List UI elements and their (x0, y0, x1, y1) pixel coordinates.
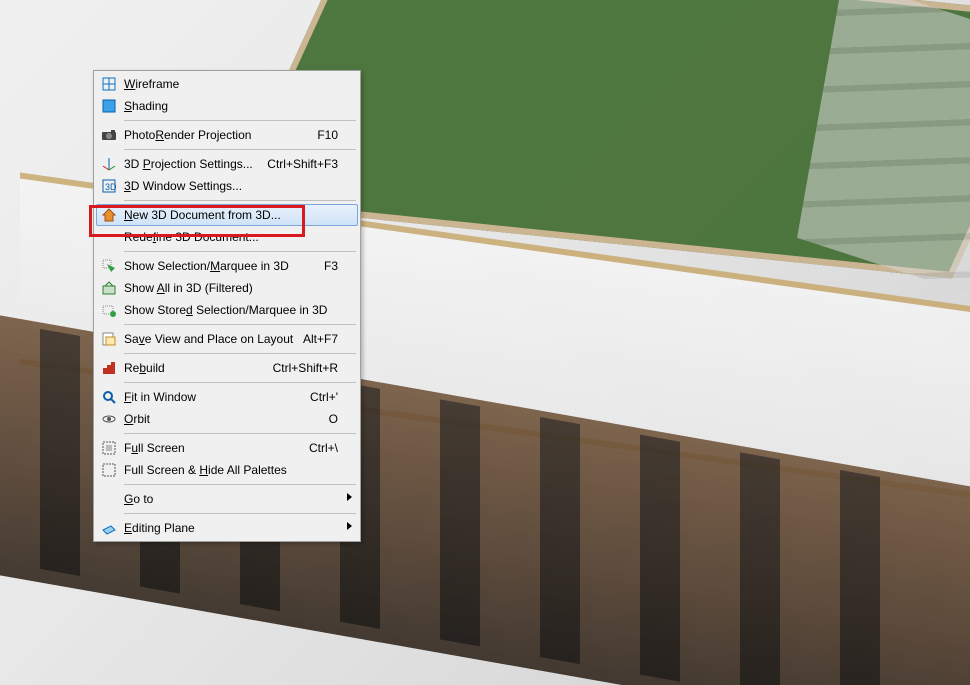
menu-label: Shading (124, 99, 168, 113)
menu-shortcut: Ctrl+\ (309, 437, 338, 459)
menu-item-projection-settings[interactable]: 3D Projection Settings... Ctrl+Shift+F3 (96, 153, 358, 175)
menu-item-new-3d-document[interactable]: New 3D Document from 3D... (96, 204, 358, 226)
menu-separator (124, 353, 356, 354)
menu-item-full-screen[interactable]: Full Screen Ctrl+\ (96, 437, 358, 459)
menu-label: 3D Window Settings... (124, 179, 242, 193)
fullscreen-icon (101, 440, 117, 456)
menu-label: Fit in Window (124, 390, 196, 404)
menu-item-rebuild[interactable]: Rebuild Ctrl+Shift+R (96, 357, 358, 379)
menu-item-show-selection[interactable]: Show Selection/Marquee in 3D F3 (96, 255, 358, 277)
menu-shortcut: Alt+F7 (303, 328, 338, 350)
menu-item-editing-plane[interactable]: Editing Plane (96, 517, 358, 539)
save-view-icon (101, 331, 117, 347)
menu-separator (124, 200, 356, 201)
menu-separator (124, 382, 356, 383)
camera-icon (101, 127, 117, 143)
menu-item-photorender[interactable]: PhotoRender Projection F10 (96, 124, 358, 146)
menu-item-save-view[interactable]: Save View and Place on Layout Alt+F7 (96, 328, 358, 350)
shading-icon (101, 98, 117, 114)
menu-shortcut: F10 (317, 124, 338, 146)
menu-separator (124, 484, 356, 485)
menu-label: New 3D Document from 3D... (124, 208, 281, 222)
menu-shortcut: Ctrl+Shift+R (273, 357, 338, 379)
menu-separator (124, 513, 356, 514)
menu-label: Full Screen (124, 441, 185, 455)
menu-item-shading[interactable]: Shading (96, 95, 358, 117)
menu-item-wireframe[interactable]: Wireframe (96, 73, 358, 95)
wireframe-icon (101, 76, 117, 92)
menu-label: Redefine 3D Document... (124, 230, 259, 244)
fit-icon (101, 389, 117, 405)
fullscreen-hide-icon (101, 462, 117, 478)
menu-label: Show All in 3D (Filtered) (124, 281, 253, 295)
menu-item-orbit[interactable]: Orbit O (96, 408, 358, 430)
menu-separator (124, 251, 356, 252)
menu-label: 3D Projection Settings... (124, 157, 253, 171)
menu-item-full-screen-hide[interactable]: Full Screen & Hide All Palettes (96, 459, 358, 481)
svg-text:3D: 3D (105, 182, 117, 192)
menu-separator (124, 433, 356, 434)
menu-shortcut: Ctrl+' (310, 386, 338, 408)
menu-item-show-stored[interactable]: Show Stored Selection/Marquee in 3D (96, 299, 358, 321)
menu-label: Rebuild (124, 361, 165, 375)
rebuild-icon (101, 360, 117, 376)
plane-icon (101, 520, 117, 536)
menu-separator (124, 120, 356, 121)
menu-label: Full Screen & Hide All Palettes (124, 463, 287, 477)
window3d-icon: 3D (101, 178, 117, 194)
menu-label: Save View and Place on Layout (124, 332, 293, 346)
menu-separator (124, 149, 356, 150)
context-menu[interactable]: Wireframe Shading PhotoRender Projection… (93, 70, 361, 542)
menu-item-fit-in-window[interactable]: Fit in Window Ctrl+' (96, 386, 358, 408)
menu-label: Go to (124, 492, 153, 506)
menu-label: Show Selection/Marquee in 3D (124, 259, 289, 273)
menu-item-redefine-3d-document[interactable]: Redefine 3D Document... (96, 226, 358, 248)
menu-label: PhotoRender Projection (124, 128, 251, 142)
show-all-icon (101, 280, 117, 296)
menu-label: Wireframe (124, 77, 179, 91)
menu-item-go-to[interactable]: Go to (96, 488, 358, 510)
submenu-arrow-icon (347, 522, 352, 530)
axes-icon (101, 156, 117, 172)
menu-label: Editing Plane (124, 521, 195, 535)
menu-item-show-all[interactable]: Show All in 3D (Filtered) (96, 277, 358, 299)
menu-separator (124, 324, 356, 325)
menu-label: Orbit (124, 412, 150, 426)
3d-viewport[interactable]: Wireframe Shading PhotoRender Projection… (0, 0, 970, 685)
show-stored-icon (101, 302, 117, 318)
house-icon (101, 207, 117, 223)
menu-shortcut: O (329, 408, 338, 430)
menu-shortcut: F3 (324, 255, 338, 277)
menu-label: Show Stored Selection/Marquee in 3D (124, 303, 327, 317)
submenu-arrow-icon (347, 493, 352, 501)
menu-shortcut: Ctrl+Shift+F3 (267, 153, 338, 175)
show-selection-icon (101, 258, 117, 274)
menu-item-window-settings[interactable]: 3D 3D Window Settings... (96, 175, 358, 197)
orbit-icon (101, 411, 117, 427)
